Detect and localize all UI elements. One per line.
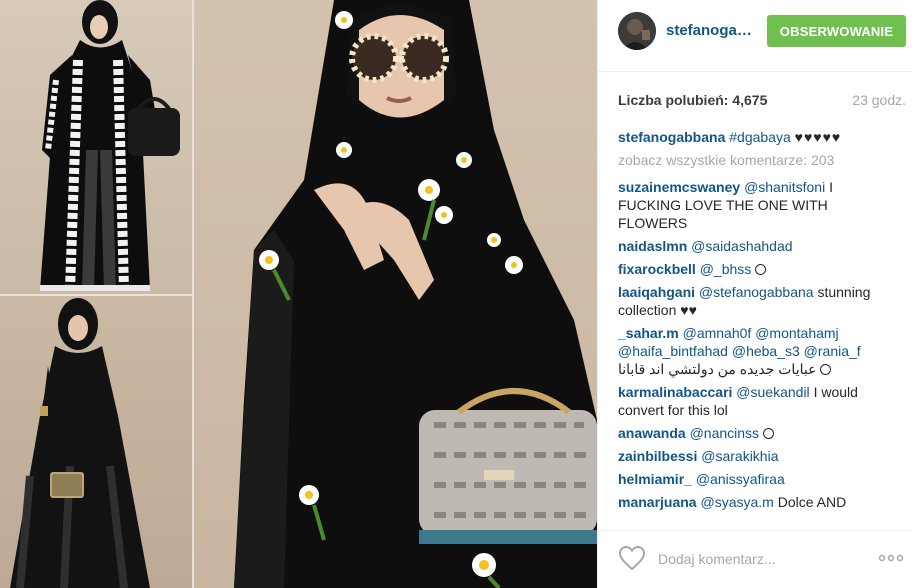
smiley-emoji-icon	[755, 264, 767, 275]
post-sidebar: stefanogabbana OBSERWOWANIE Liczba polub…	[597, 0, 912, 588]
comment-mention[interactable]: @nancinss	[690, 425, 759, 441]
comment-username[interactable]: helmiamir_	[618, 471, 692, 487]
caption-hearts: ♥♥♥♥♥	[794, 129, 842, 145]
instagram-post: stefanogabbana OBSERWOWANIE Liczba polub…	[0, 0, 912, 588]
model-lace-abaya-image	[40, 0, 180, 291]
comment-item: suzainemcswaney @shanitsfoni I FUCKING L…	[618, 178, 886, 232]
model-daisy-hijab-image	[234, 0, 597, 588]
comment-item: karmalinabaccari @suekandil I would conv…	[618, 383, 886, 419]
comment-mention[interactable]: @shanitsfoni	[744, 179, 825, 195]
comment-mention[interactable]: @suekandil	[736, 384, 809, 400]
comment-username[interactable]: anawanda	[618, 425, 686, 441]
comment-mention[interactable]: @saidashahdad	[691, 238, 792, 254]
comment-item: naidaslmn @saidashahdad	[618, 237, 886, 255]
photo-panel-main	[194, 0, 597, 588]
comment-mention[interactable]: @stefanogabbana	[699, 284, 814, 300]
likes-count[interactable]: 4,675	[732, 92, 767, 108]
smiley-emoji-icon	[820, 364, 832, 375]
photo-panel-top-left	[0, 0, 192, 294]
model-black-abaya-image	[10, 298, 150, 588]
view-all-comments-link[interactable]: zobacz wszystkie komentarze: 203	[618, 151, 886, 169]
caption-username[interactable]: stefanogabbana	[618, 129, 725, 145]
likes-label: Liczba polubień:	[618, 92, 729, 108]
comments-list[interactable]: stefanogabbana #dgabaya ♥♥♥♥♥ zobacz wsz…	[618, 128, 886, 528]
heart-outline-icon[interactable]	[618, 545, 646, 571]
comment-item: _sahar.m @amnah0f @montahamj @haifa_bint…	[618, 324, 886, 378]
post-timestamp[interactable]: 23 godz.	[852, 92, 906, 108]
post-photo[interactable]	[0, 0, 597, 588]
comment-username[interactable]: zainbilbessi	[618, 448, 697, 464]
caption-hashtag[interactable]: #dgabaya	[729, 129, 791, 145]
comment-mention[interactable]: @anissyafiraa	[696, 471, 785, 487]
comment-username[interactable]: naidaslmn	[618, 238, 687, 254]
comment-text: عبايات جديده من دولتشي اند قابانا	[618, 361, 817, 377]
comment-item: zainbilbessi @sarakikhia	[618, 447, 886, 465]
comment-mention[interactable]: @sarakikhia	[701, 448, 778, 464]
comment-item: helmiamir_ @anissyafiraa	[618, 470, 886, 488]
post-footer	[598, 530, 912, 588]
comment-username[interactable]: suzainemcswaney	[618, 179, 740, 195]
caption: stefanogabbana #dgabaya ♥♥♥♥♥	[618, 128, 886, 146]
post-header: stefanogabbana OBSERWOWANIE	[598, 0, 912, 72]
follow-button[interactable]: OBSERWOWANIE	[767, 15, 906, 47]
avatar[interactable]	[618, 12, 656, 50]
comment-item: laaiqahgani @stefanogabbana stunning col…	[618, 283, 886, 319]
profile-photo-icon	[618, 12, 656, 50]
ellipsis-icon[interactable]	[877, 551, 905, 565]
comment-username[interactable]: fixarockbell	[618, 261, 696, 277]
header-username-link[interactable]: stefanogabbana	[666, 22, 756, 39]
comment-username[interactable]: _sahar.m	[618, 325, 679, 341]
likes-row: Liczba polubień: 4,675 23 godz.	[618, 92, 906, 112]
comment-item: anawanda @nancinss	[618, 424, 886, 442]
smiley-emoji-icon	[762, 428, 774, 439]
comments-fade	[598, 506, 912, 530]
comment-username[interactable]: laaiqahgani	[618, 284, 695, 300]
photo-divider-horizontal	[0, 294, 192, 296]
comment-mention[interactable]: @_bhss	[700, 261, 752, 277]
add-comment-input[interactable]	[658, 548, 848, 570]
photo-panel-bottom-left	[0, 296, 192, 588]
photo-divider-vertical	[192, 0, 194, 588]
comment-item: fixarockbell @_bhss	[618, 260, 886, 278]
comment-username[interactable]: karmalinabaccari	[618, 384, 732, 400]
